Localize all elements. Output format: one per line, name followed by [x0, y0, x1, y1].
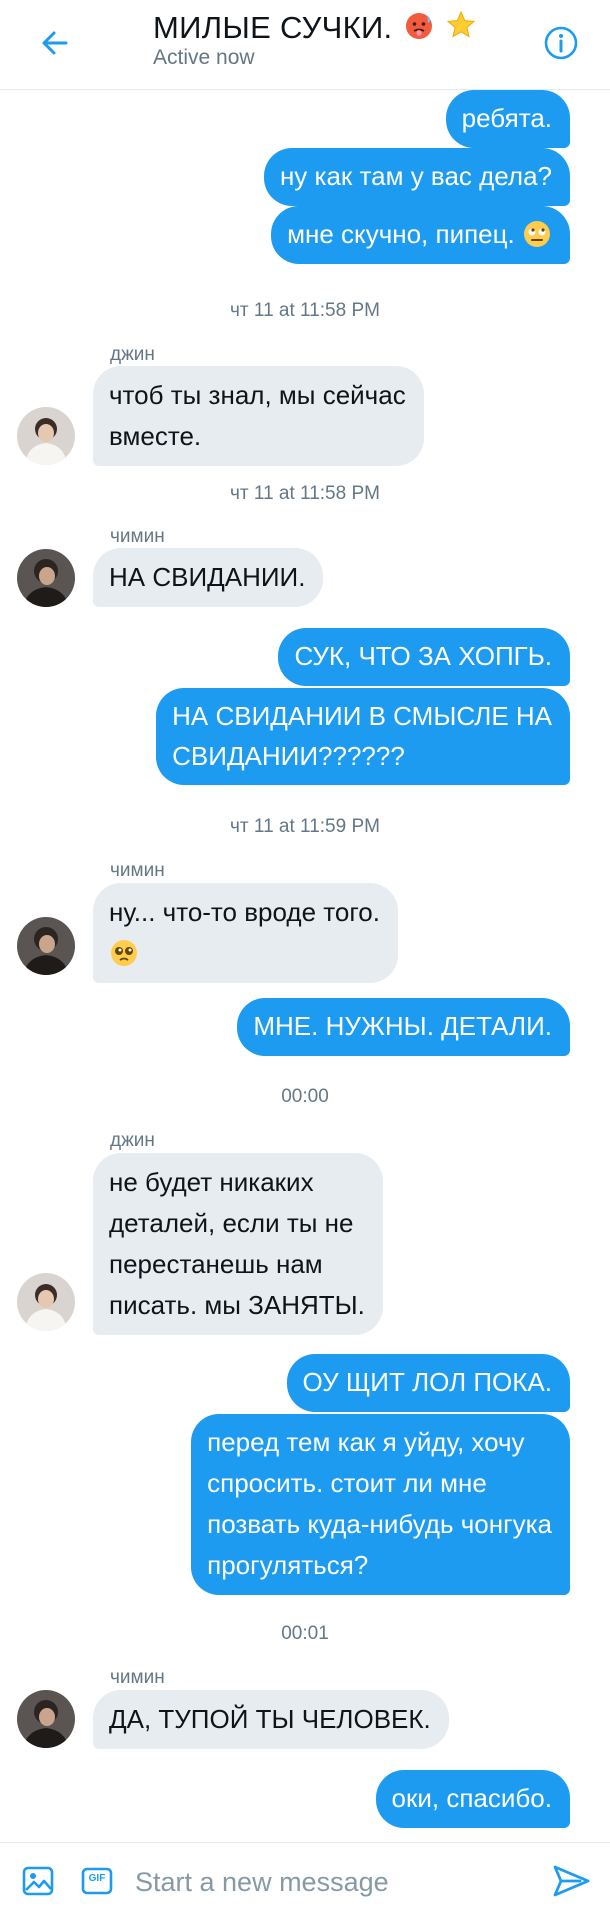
- send-icon: [553, 1865, 590, 1897]
- avatar-jin[interactable]: [17, 1273, 75, 1331]
- message-list[interactable]: ребята. ну как там у вас дела? мне скучн…: [0, 90, 610, 1842]
- message-text: деталей, если ты не: [109, 1208, 354, 1238]
- sender-name: чимин: [110, 860, 165, 881]
- message-text: оки, спасибо.: [391, 1783, 552, 1813]
- outgoing-message[interactable]: ОУ ЩИТ ЛОЛ ПОКА.: [286, 1354, 570, 1412]
- hot-face-emoji: [405, 12, 433, 48]
- message-text: ДА, ТУПОЙ ТЫ ЧЕЛОВЕК.: [109, 1704, 431, 1734]
- outgoing-message[interactable]: СУК, ЧТО ЗА ХОПГЬ.: [278, 628, 570, 686]
- message-text: ребята.: [461, 103, 552, 133]
- conversation-info-button[interactable]: [540, 22, 582, 64]
- message-text: ОУ ЩИТ ЛОЛ ПОКА.: [302, 1367, 552, 1397]
- incoming-message[interactable]: ДА, ТУПОЙ ТЫ ЧЕЛОВЕК.: [93, 1690, 449, 1749]
- sender-name: джин: [110, 344, 155, 365]
- message-text: перестанешь нам: [109, 1249, 323, 1279]
- avatar-jin[interactable]: [17, 407, 75, 465]
- message-timestamp: 00:01: [281, 1623, 329, 1644]
- outgoing-message[interactable]: перед тем как я уйду, хочу спросить. сто…: [191, 1414, 570, 1595]
- add-media-button[interactable]: [20, 1863, 56, 1899]
- outgoing-message[interactable]: ну как там у вас дела?: [263, 148, 570, 206]
- info-icon: [544, 26, 578, 60]
- message-text: писать. мы ЗАНЯТЫ.: [109, 1290, 365, 1320]
- message-text: не будет никаких: [109, 1167, 314, 1197]
- message-text: перед тем как я уйду, хочу: [207, 1427, 525, 1457]
- sender-name: чимин: [110, 1667, 165, 1688]
- incoming-message[interactable]: НА СВИДАНИИ.: [93, 548, 324, 607]
- avatar-jimin[interactable]: [17, 549, 75, 607]
- pleading-face-emoji: [109, 938, 139, 968]
- avatar-jimin[interactable]: [17, 1690, 75, 1748]
- message-text: чтоб ты знал, мы сейчас: [109, 380, 406, 410]
- message-text: мне скучно, пипец.: [287, 219, 515, 249]
- message-emoji-line: [109, 933, 380, 974]
- message-input[interactable]: [135, 1857, 535, 1907]
- message-text: спросить. стоит ли мне: [207, 1468, 487, 1498]
- outgoing-message[interactable]: мне скучно, пипец.: [271, 206, 570, 264]
- incoming-message[interactable]: ну... что-то вроде того.: [93, 883, 398, 983]
- message-text: прогуляться?: [207, 1550, 369, 1580]
- arrow-left-icon: [42, 31, 68, 55]
- message-timestamp: 00:00: [281, 1086, 329, 1107]
- star-emoji: [446, 10, 476, 48]
- back-button[interactable]: [30, 18, 80, 68]
- send-button[interactable]: [550, 1860, 592, 1902]
- message-text: СВИДАНИИ??????: [172, 741, 405, 771]
- message-text: НА СВИДАНИИ В СМЫСЛЕ НА: [172, 701, 552, 731]
- sender-name: джин: [110, 1130, 155, 1151]
- conversation-title[interactable]: МИЛЫЕ СУЧКИ.: [153, 10, 476, 48]
- outgoing-message[interactable]: оки, спасибо.: [375, 1770, 570, 1828]
- message-text: позвать куда-нибудь чонгука: [207, 1509, 552, 1539]
- message-text: НА СВИДАНИИ.: [109, 562, 306, 592]
- message-timestamp: чт 11 at 11:59 PM: [230, 816, 380, 837]
- face-with-rolling-eyes-emoji: [522, 219, 552, 249]
- message-composer: GIF: [0, 1842, 610, 1920]
- image-icon: [22, 1866, 54, 1896]
- incoming-message[interactable]: не будет никаких деталей, если ты не пер…: [93, 1153, 383, 1335]
- message-text: ну... что-то вроде того.: [109, 897, 380, 927]
- active-status: Active now: [153, 46, 255, 69]
- message-text: МНЕ. НУЖНЫ. ДЕТАЛИ.: [253, 1011, 552, 1041]
- message-text: СУК, ЧТО ЗА ХОПГЬ.: [294, 641, 552, 671]
- add-gif-button[interactable]: GIF: [80, 1864, 114, 1898]
- outgoing-message[interactable]: НА СВИДАНИИ В СМЫСЛЕ НА СВИДАНИИ??????: [156, 688, 570, 785]
- outgoing-message[interactable]: МНЕ. НУЖНЫ. ДЕТАЛИ.: [237, 998, 570, 1056]
- avatar-jimin[interactable]: [17, 917, 75, 975]
- message-text: вместе.: [109, 421, 202, 451]
- outgoing-message[interactable]: ребята.: [445, 90, 570, 148]
- message-timestamp: чт 11 at 11:58 PM: [230, 483, 380, 504]
- conversation-title-text: МИЛЫЕ СУЧКИ.: [153, 10, 393, 45]
- incoming-message[interactable]: чтоб ты знал, мы сейчас вместе.: [93, 366, 424, 466]
- message-text: ну как там у вас дела?: [279, 161, 552, 191]
- gif-label: GIF: [88, 1873, 106, 1884]
- conversation-header: МИЛЫЕ СУЧКИ. Active now: [0, 0, 610, 90]
- message-timestamp: чт 11 at 11:58 PM: [230, 300, 380, 321]
- sender-name: чимин: [110, 526, 165, 547]
